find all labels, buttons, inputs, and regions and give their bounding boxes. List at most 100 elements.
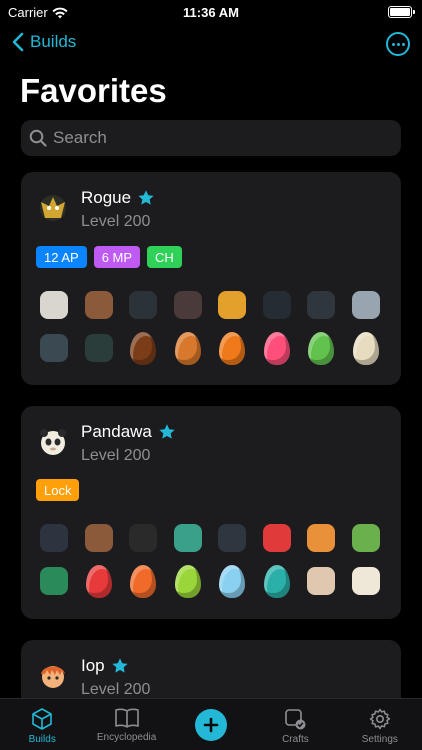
gear-icon xyxy=(369,708,390,730)
equipment-item[interactable] xyxy=(37,564,71,598)
pandawa-avatar-icon xyxy=(40,429,66,455)
white-mount-icon xyxy=(351,567,380,595)
equipment-item[interactable] xyxy=(126,521,160,555)
equipment-item[interactable] xyxy=(349,521,383,555)
ice-egg-icon xyxy=(219,564,245,598)
equipment-item[interactable] xyxy=(260,564,294,598)
spiked-ring-icon xyxy=(262,291,291,319)
equipment-item[interactable] xyxy=(215,521,249,555)
tag-mp: 6 MP xyxy=(93,246,141,268)
tab-crafts[interactable]: Crafts xyxy=(253,699,337,750)
equipment-item[interactable] xyxy=(215,564,249,598)
green-pet-icon xyxy=(351,524,380,552)
equipment-item[interactable] xyxy=(304,521,338,555)
build-card-pandawa[interactable]: Pandawa Level 200 Lock xyxy=(21,406,401,619)
gem-ring-icon xyxy=(307,524,335,552)
equipment-item[interactable] xyxy=(126,288,160,322)
back-button[interactable]: Builds xyxy=(12,32,76,52)
tab-encyclopedia[interactable]: Encyclopedia xyxy=(84,699,168,750)
equipment-item[interactable] xyxy=(215,288,249,322)
green-dragon-icon xyxy=(173,524,202,552)
red-crab-icon xyxy=(262,524,291,552)
equipment-item[interactable] xyxy=(82,521,116,555)
spider-dofus-icon xyxy=(40,334,68,362)
equipment-item[interactable] xyxy=(349,331,383,365)
scroll-icon xyxy=(307,567,335,595)
tab-settings[interactable]: Settings xyxy=(338,699,422,750)
favorite-star-icon[interactable] xyxy=(158,423,176,441)
iop-avatar-icon xyxy=(41,666,65,688)
favorite-star-icon[interactable] xyxy=(111,657,129,675)
add-build-button[interactable] xyxy=(195,709,228,741)
chevron-left-icon xyxy=(12,32,24,52)
equipment-item[interactable] xyxy=(260,288,294,322)
equipment-item[interactable] xyxy=(171,521,205,555)
tag-ch: CH xyxy=(147,246,182,268)
tab-add[interactable] xyxy=(169,699,253,750)
equipment-item[interactable] xyxy=(82,288,116,322)
equipment-item[interactable] xyxy=(37,521,71,555)
equipment-item[interactable] xyxy=(304,564,338,598)
equipment-item[interactable] xyxy=(82,564,116,598)
tab-encyclopedia-label: Encyclopedia xyxy=(96,732,157,743)
tab-builds[interactable]: Builds xyxy=(0,699,84,750)
fire-sword-icon xyxy=(84,524,113,552)
bomb-amulet-icon xyxy=(218,291,246,319)
gold-belt-icon xyxy=(129,524,157,552)
equipment-item[interactable] xyxy=(215,331,249,365)
search-field[interactable]: Search xyxy=(21,120,401,156)
skull-hat-icon xyxy=(40,291,68,319)
horned-shield-icon xyxy=(351,291,380,319)
tag-ap: 12 AP xyxy=(36,246,87,268)
tab-crafts-label: Crafts xyxy=(282,734,309,745)
build-name: Pandawa xyxy=(81,422,176,442)
robot-amulet-icon xyxy=(218,524,246,552)
more-options-button[interactable] xyxy=(386,32,410,56)
green-egg-icon xyxy=(308,331,334,365)
red-shield-egg-icon xyxy=(85,564,112,598)
favorite-star-icon[interactable] xyxy=(137,189,155,207)
spider-pet-icon xyxy=(84,334,113,362)
equipment-item[interactable] xyxy=(349,288,383,322)
navigation-bar: Builds xyxy=(0,28,422,60)
equipment-item[interactable] xyxy=(349,564,383,598)
plus-icon xyxy=(203,717,219,733)
equipment-item[interactable] xyxy=(171,288,205,322)
build-level: Level 200 xyxy=(81,447,151,464)
equipment-item[interactable] xyxy=(37,331,71,365)
equipment-grid xyxy=(37,521,383,598)
equipment-item[interactable] xyxy=(82,331,116,365)
equipment-item[interactable] xyxy=(260,331,294,365)
craft-check-icon xyxy=(285,709,306,730)
dark-cape-icon xyxy=(129,291,157,319)
cube-icon xyxy=(32,708,53,730)
equipment-item[interactable] xyxy=(304,288,338,322)
ellipsis-icon xyxy=(391,42,395,46)
green-feather-icon xyxy=(40,567,68,595)
equipment-item[interactable] xyxy=(260,521,294,555)
status-time: 11:36 AM xyxy=(183,5,239,20)
dark-wing-icon xyxy=(173,291,202,319)
build-card-rogue[interactable]: Rogue Level 200 12 AP 6 MP CH xyxy=(21,172,401,385)
witch-hat-icon xyxy=(40,524,68,552)
tab-settings-label: Settings xyxy=(361,734,398,745)
tag-lock: Lock xyxy=(36,479,80,501)
pink-egg-icon xyxy=(263,331,290,365)
status-bar: Carrier 11:36 AM xyxy=(0,0,422,24)
equipment-grid xyxy=(37,288,383,365)
battery-icon xyxy=(388,6,415,18)
equipment-item[interactable] xyxy=(126,331,160,365)
teal-egg-icon xyxy=(263,564,290,598)
back-button-label: Builds xyxy=(30,32,77,51)
equipment-item[interactable] xyxy=(37,288,71,322)
rogue-avatar-icon xyxy=(40,195,66,221)
equipment-item[interactable] xyxy=(171,564,205,598)
equipment-item[interactable] xyxy=(304,331,338,365)
orange-egg-icon xyxy=(130,564,156,598)
build-level: Level 200 xyxy=(81,681,151,698)
lime-egg-icon xyxy=(174,564,201,598)
search-icon xyxy=(29,129,47,147)
equipment-item[interactable] xyxy=(171,331,205,365)
build-tags: 12 AP 6 MP CH xyxy=(36,246,182,268)
equipment-item[interactable] xyxy=(126,564,160,598)
